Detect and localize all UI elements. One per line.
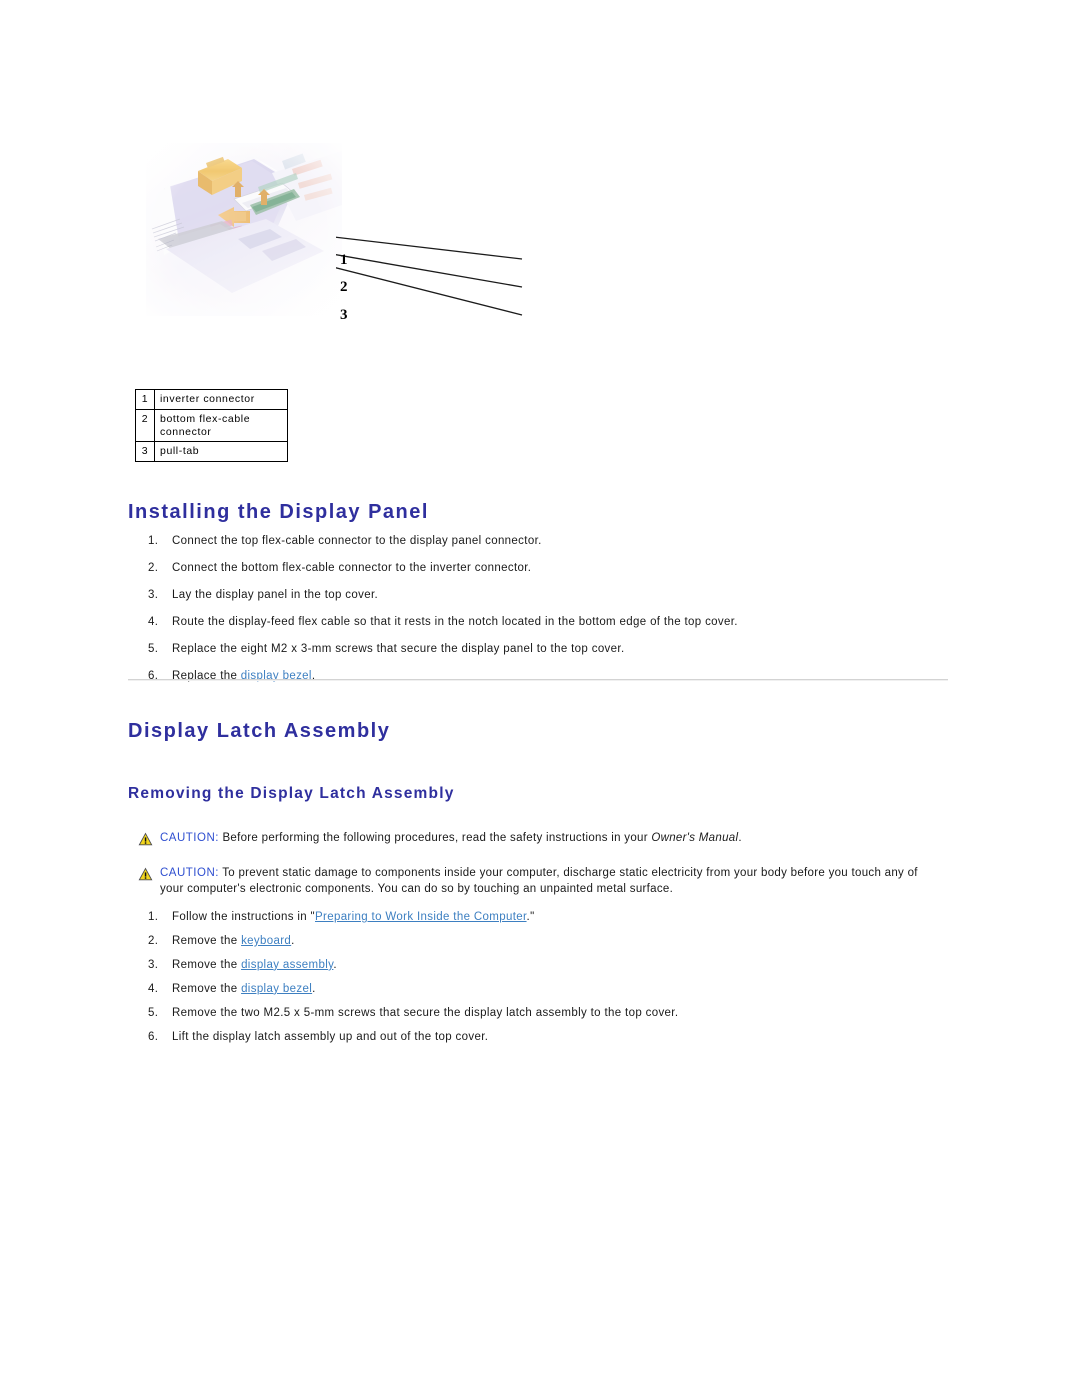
step-text-tail: . (291, 934, 295, 947)
list-item: 2. Connect the bottom flex-cable connect… (140, 561, 930, 576)
caution-note-safety-instructions: CAUTION: Before performing the following… (138, 831, 928, 847)
figure-callout-2: 2 (340, 279, 348, 295)
step-marker: 4. (148, 982, 159, 995)
step-text: Remove the (172, 982, 242, 995)
removing-steps-list: 1. Follow the instructions in "Preparing… (140, 910, 930, 1054)
step-marker: 6. (148, 669, 159, 682)
list-item: 3. Lay the display panel in the top cove… (140, 588, 930, 603)
section-title-removing-display-latch-assembly: Removing the Display Latch Assembly (128, 785, 455, 802)
list-item: 6. Replace the display bezel. (140, 669, 930, 684)
step-text: Route the display-feed flex cable so tha… (172, 615, 738, 628)
link-keyboard[interactable]: keyboard (241, 935, 291, 947)
list-item: 5. Replace the eight M2 x 3-mm screws th… (140, 642, 930, 657)
list-item: 1. Follow the instructions in "Preparing… (140, 910, 930, 925)
caution-text: CAUTION: To prevent static damage to com… (138, 866, 928, 897)
list-item: 1. Connect the top flex-cable connector … (140, 534, 930, 549)
list-item: 4. Remove the display bezel. (140, 982, 930, 997)
list-item: 2. Remove the keyboard. (140, 934, 930, 949)
legend-description: pull-tab (154, 441, 288, 463)
step-marker: 2. (148, 934, 159, 947)
list-item: 4. Route the display-feed flex cable so … (140, 615, 930, 630)
caution-text: CAUTION: Before performing the following… (138, 831, 928, 847)
caution-italic-owners-manual: Owner's Manual (651, 832, 739, 844)
figure-callout-lines (336, 231, 551, 336)
legend-number: 3 (135, 441, 155, 463)
caution-label: CAUTION: (160, 832, 219, 844)
caution-body-tail: . (738, 832, 742, 844)
table-row: 1 inverter connector (135, 389, 288, 410)
caution-body: Before performing the following procedur… (218, 832, 652, 844)
caution-label: CAUTION: (160, 867, 219, 879)
link-display-bezel[interactable]: display bezel (241, 983, 312, 995)
table-row: 2 bottom flex-cable connector (135, 408, 288, 443)
legend-description: bottom flex-cable connector (154, 408, 288, 443)
caution-note-static-damage: CAUTION: To prevent static damage to com… (138, 866, 928, 897)
step-marker: 1. (148, 911, 159, 923)
step-marker: 3. (148, 958, 159, 971)
warning-triangle-icon (138, 832, 153, 846)
warning-triangle-icon (138, 867, 153, 881)
figure-photo (146, 143, 342, 316)
figure-display-flex-cables: 1 2 3 (146, 143, 523, 333)
legend-number: 1 (135, 389, 155, 410)
caution-body: To prevent static damage to components i… (160, 867, 918, 895)
step-marker: 3. (148, 588, 159, 601)
step-text-tail: . (312, 982, 316, 995)
step-text: Lift the display latch assembly up and o… (172, 1030, 489, 1043)
step-marker: 5. (148, 642, 159, 655)
page-title-display-latch-assembly: Display Latch Assembly (128, 720, 391, 742)
figure-legend-table: 1 inverter connector 2 bottom flex-cable… (135, 389, 288, 463)
figure-callout-3: 3 (340, 307, 348, 323)
installing-steps-list: 1. Connect the top flex-cable connector … (140, 534, 930, 696)
step-text-tail: ." (526, 911, 535, 923)
page-title-installing-display-panel: Installing the Display Panel (128, 501, 429, 523)
section-divider (128, 679, 948, 681)
step-marker: 5. (148, 1006, 159, 1019)
step-marker: 6. (148, 1030, 159, 1043)
list-item: 5. Remove the two M2.5 x 5-mm screws tha… (140, 1006, 930, 1021)
list-item: 6. Lift the display latch assembly up an… (140, 1030, 930, 1045)
step-marker: 2. (148, 561, 159, 574)
legend-number: 2 (135, 408, 155, 443)
step-marker: 1. (148, 535, 159, 547)
step-text: Replace the eight M2 x 3-mm screws that … (172, 642, 625, 655)
figure-callout-1: 1 (340, 252, 348, 268)
step-text: Remove the (172, 958, 242, 971)
step-marker: 4. (148, 615, 159, 628)
link-preparing-to-work-inside-the-computer[interactable]: Preparing to Work Inside the Computer (315, 911, 527, 923)
link-display-assembly[interactable]: display assembly (241, 959, 333, 971)
list-item: 3. Remove the display assembly. (140, 958, 930, 973)
document-page: 1 2 3 1 inverter connector 2 bottom flex… (0, 0, 1080, 1397)
legend-description: inverter connector (154, 389, 288, 410)
step-text: Follow the instructions in " (172, 911, 315, 923)
step-text-tail: . (333, 958, 337, 971)
step-text: Remove the two M2.5 x 5-mm screws that s… (172, 1006, 679, 1019)
step-text: Lay the display panel in the top cover. (172, 588, 379, 601)
step-text: Connect the bottom flex-cable connector … (172, 561, 532, 574)
step-text: Connect the top flex-cable connector to … (172, 535, 542, 547)
table-row: 3 pull-tab (135, 441, 288, 463)
step-text: Remove the (172, 934, 242, 947)
